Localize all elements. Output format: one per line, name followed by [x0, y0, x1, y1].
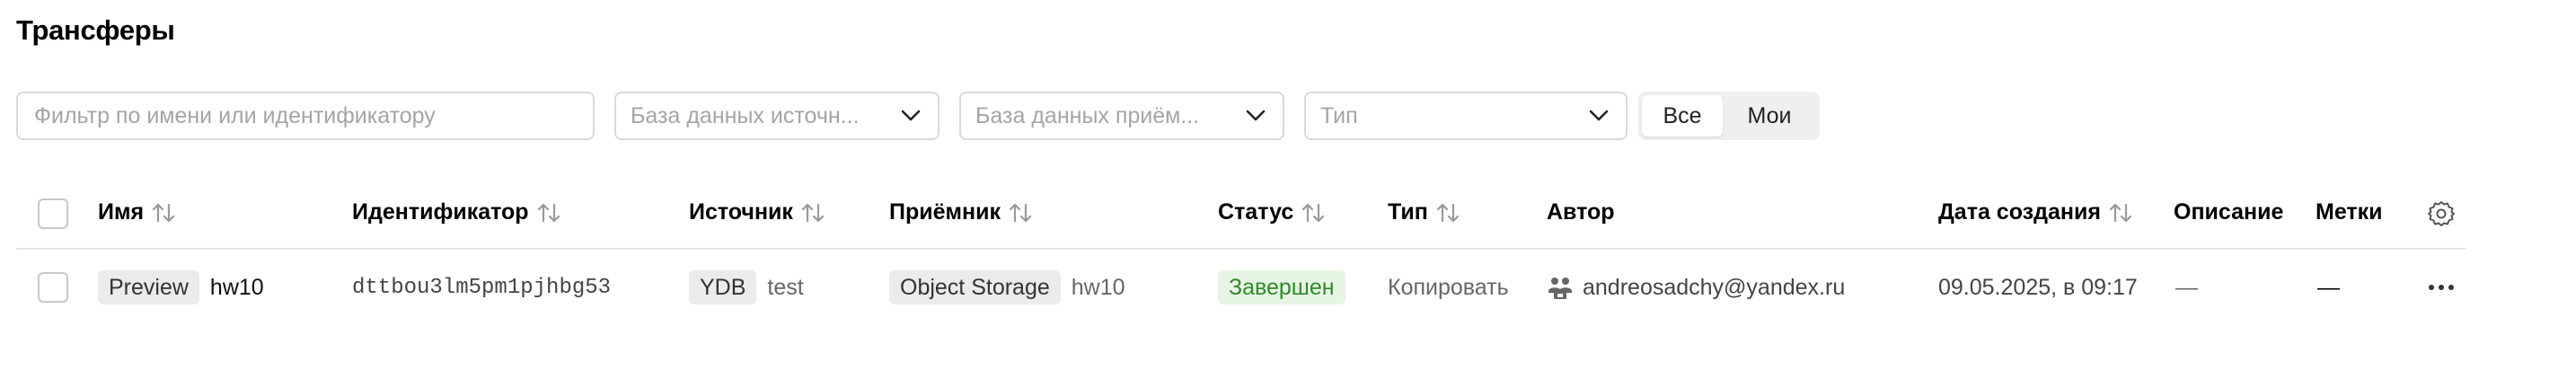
sort-icon: [1301, 201, 1326, 225]
source-db-select[interactable]: База данных источн...: [614, 92, 940, 140]
chevron-down-icon: [1229, 110, 1283, 122]
source-type-tag: YDB: [689, 270, 757, 304]
page-title: Трансферы: [16, 14, 175, 46]
preview-tag: Preview: [98, 270, 199, 304]
description-value: —: [2175, 274, 2198, 300]
column-header-description: Описание: [2174, 199, 2283, 225]
column-settings-gear-icon[interactable]: [2427, 199, 2456, 233]
target-db-select-placeholder: База данных приём...: [975, 102, 1200, 128]
row-status-cell: Завершен: [1218, 269, 1345, 305]
column-header-id[interactable]: Идентификатор: [352, 199, 561, 225]
transfer-name[interactable]: hw10: [210, 275, 264, 301]
sort-icon: [2108, 201, 2133, 225]
column-header-created[interactable]: Дата создания: [1938, 199, 2133, 225]
transfer-id: dttbou3lm5pm1pjhbg53: [352, 275, 612, 300]
sort-icon: [1435, 201, 1460, 225]
column-header-type-label: Тип: [1388, 199, 1428, 225]
row-source-cell: YDB test: [689, 269, 804, 305]
row-name-cell[interactable]: Preview hw10: [98, 269, 264, 305]
more-actions-icon[interactable]: [2427, 269, 2456, 305]
source-db-select-placeholder: База данных источн...: [631, 102, 860, 128]
column-header-name-label: Имя: [98, 199, 145, 225]
user-group-icon: [1547, 274, 1574, 301]
chevron-down-icon: [884, 110, 938, 122]
column-header-target[interactable]: Приёмник: [889, 199, 1033, 225]
column-header-target-label: Приёмник: [889, 199, 1001, 225]
status-badge: Завершен: [1218, 270, 1345, 304]
column-header-labels: Метки: [2316, 199, 2383, 225]
column-header-description-label: Описание: [2174, 199, 2284, 225]
column-header-source[interactable]: Источник: [689, 199, 825, 225]
sort-icon: [1008, 201, 1033, 225]
select-all-checkbox[interactable]: [38, 198, 68, 229]
transfer-type: Копировать: [1388, 274, 1509, 300]
column-header-source-label: Источник: [689, 199, 793, 225]
created-date: 09.05.2025, в 09:17: [1938, 274, 2138, 300]
type-select-placeholder: Тип: [1320, 102, 1358, 128]
column-header-author-label: Автор: [1547, 199, 1615, 225]
row-author-cell: andreosadchy@yandex.ru: [1547, 269, 1845, 305]
column-header-status-label: Статус: [1218, 199, 1294, 225]
owner-segmented-control: Все Мои: [1638, 92, 1820, 140]
author-email: andreosadchy@yandex.ru: [1583, 274, 1846, 300]
type-select[interactable]: Тип: [1304, 92, 1628, 140]
segment-all-button[interactable]: Все: [1642, 95, 1723, 137]
search-input[interactable]: [16, 92, 595, 140]
sort-icon: [536, 201, 561, 225]
segment-mine-button[interactable]: Мои: [1723, 95, 1816, 137]
sort-icon: [800, 201, 825, 225]
header-divider: [16, 248, 2466, 250]
row-target-cell: Object Storage hw10: [889, 269, 1125, 305]
target-db-select[interactable]: База данных приём...: [959, 92, 1284, 140]
column-header-name[interactable]: Имя: [98, 199, 176, 225]
column-header-status[interactable]: Статус: [1218, 199, 1326, 225]
target-endpoint-name[interactable]: hw10: [1072, 275, 1125, 301]
source-endpoint-name[interactable]: test: [767, 275, 803, 301]
labels-value: —: [2317, 274, 2340, 300]
column-header-type[interactable]: Тип: [1388, 199, 1460, 225]
column-header-id-label: Идентификатор: [352, 199, 529, 225]
row-checkbox[interactable]: [38, 272, 68, 303]
column-header-author: Автор: [1547, 199, 1615, 225]
column-header-labels-label: Метки: [2316, 199, 2383, 225]
column-header-created-label: Дата создания: [1938, 199, 2101, 225]
chevron-down-icon: [1572, 110, 1626, 122]
sort-icon: [151, 201, 176, 225]
target-type-tag: Object Storage: [889, 270, 1061, 304]
